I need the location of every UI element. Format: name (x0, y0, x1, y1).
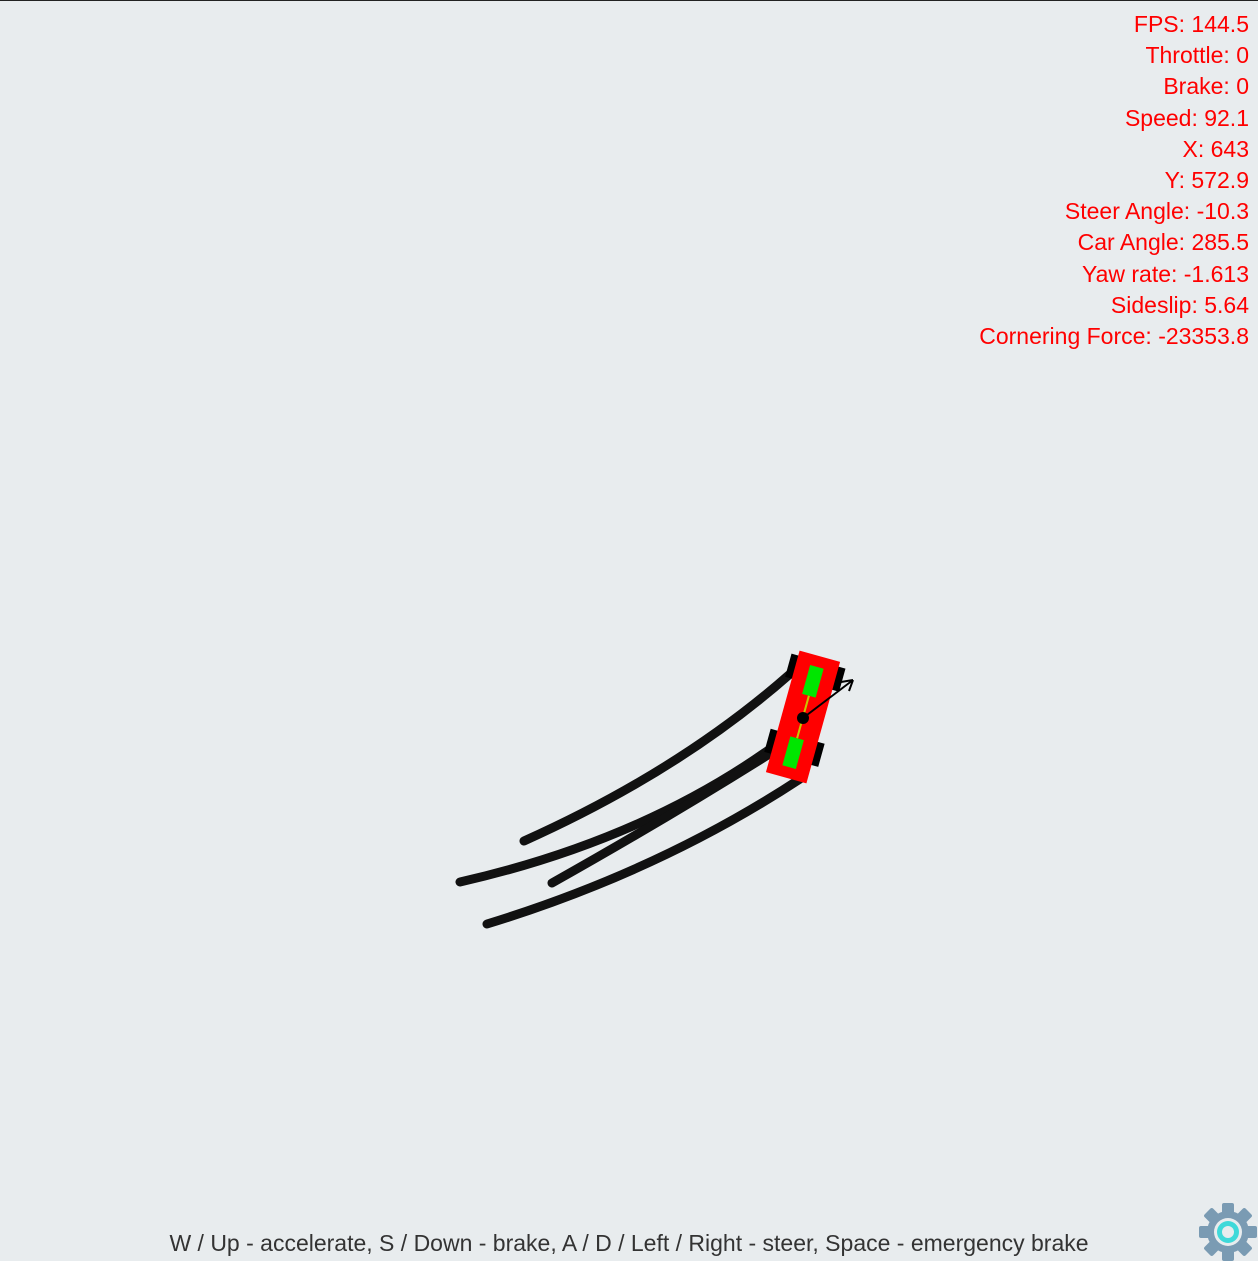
speed-readout: Speed: 92.1 (1124, 104, 1249, 131)
telemetry-hud: FPS: 144.5 Throttle: 0 Brake: 0 Speed: 9… (979, 9, 1249, 352)
skid-marks (455, 669, 805, 929)
y-position-readout: Y: 572.9 (1164, 167, 1249, 194)
gear-icon (1199, 1203, 1257, 1261)
fps-readout: FPS: 144.5 (1133, 11, 1249, 37)
skid-mark-rear-right (482, 774, 805, 929)
throttle-readout: Throttle: 0 (1145, 42, 1249, 69)
x-position-readout: X: 643 (1182, 135, 1250, 162)
car-angle-readout: Car Angle: 285.5 (1077, 229, 1249, 256)
settings-button[interactable] (1199, 1203, 1257, 1261)
controls-help-text: W / Up - accelerate, S / Down - brake, A… (169, 1230, 1089, 1256)
yaw-rate-readout: Yaw rate: -1.613 (1081, 260, 1249, 287)
sideslip-readout: Sideslip: 5.64 (1110, 291, 1249, 318)
brake-readout: Brake: 0 (1163, 73, 1249, 100)
game-canvas[interactable]: FPS: 144.5 Throttle: 0 Brake: 0 Speed: 9… (0, 0, 1258, 1261)
skid-mark-rear-left (455, 744, 775, 887)
car-center-point (797, 712, 809, 724)
cornering-force-readout: Cornering Force: -23353.8 (979, 323, 1249, 350)
steer-angle-readout: Steer Angle: -10.3 (1064, 198, 1249, 225)
